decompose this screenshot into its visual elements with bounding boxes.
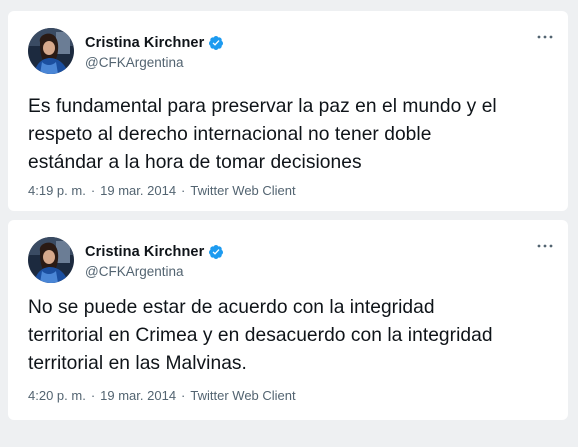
verified-badge-icon [209,244,224,259]
tweet-time[interactable]: 4:19 p. m. [28,183,86,198]
tweet-header: Cristina Kirchner @CFKArgentina [28,28,224,74]
meta-separator: · [90,183,96,198]
avatar-photo [28,237,74,283]
meta-separator: · [181,388,186,403]
avatar-photo [28,28,74,74]
tweet-header: Cristina Kirchner @CFKArgentina [28,237,224,283]
more-options-icon[interactable] [536,33,554,41]
tweet-meta: 4:20 p. m. · 19 mar. 2014 · Twitter Web … [28,388,296,403]
tweet-source: Twitter Web Client [190,388,296,403]
verified-badge-icon [209,35,224,50]
author-handle[interactable]: @CFKArgentina [85,55,224,70]
author-name[interactable]: Cristina Kirchner [85,244,204,260]
meta-separator: · [90,388,96,403]
tweet-card[interactable]: Cristina Kirchner @CFKArgentina No se pu… [8,220,568,420]
author-handle[interactable]: @CFKArgentina [85,264,224,279]
tweet-date[interactable]: 19 mar. 2014 [100,183,176,198]
tweet-screenshot: Cristina Kirchner @CFKArgentina Es funda… [0,0,578,447]
avatar[interactable] [28,28,74,74]
tweet-text: No se puede estar de acuerdo con la inte… [28,297,493,374]
tweet-text: Es fundamental para preservar la paz en … [28,96,497,173]
more-options-icon[interactable] [536,242,554,250]
tweet-time[interactable]: 4:20 p. m. [28,388,86,403]
tweet-meta: 4:19 p. m. · 19 mar. 2014 · Twitter Web … [28,183,296,198]
tweet-source: Twitter Web Client [190,183,296,198]
author-name[interactable]: Cristina Kirchner [85,35,204,51]
tweet-date[interactable]: 19 mar. 2014 [100,388,176,403]
meta-separator: · [181,183,186,198]
avatar[interactable] [28,237,74,283]
tweet-card[interactable]: Cristina Kirchner @CFKArgentina Es funda… [8,11,568,211]
